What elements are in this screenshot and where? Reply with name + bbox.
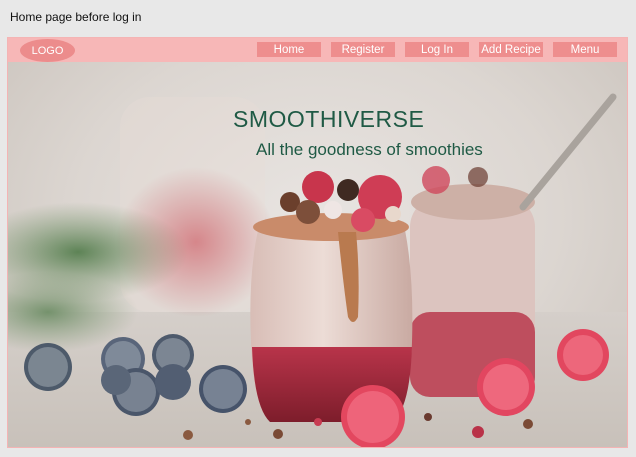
browser-frame: LOGO Home Register Log In Add Recipe Men…	[7, 37, 628, 448]
hero-subtitle: All the goodness of smoothies	[256, 140, 483, 159]
nav-home-button[interactable]: Home	[257, 42, 321, 57]
nav-login-button[interactable]: Log In	[405, 42, 469, 57]
nav-add-recipe-button[interactable]: Add Recipe	[479, 42, 543, 57]
navbar: LOGO Home Register Log In Add Recipe Men…	[8, 38, 627, 62]
hero-title: SMOOTHIVERSE	[233, 106, 425, 132]
hero-banner: SMOOTHIVERSE All the goodness of smoothi…	[8, 62, 627, 447]
logo[interactable]: LOGO	[20, 39, 75, 62]
nav-register-button[interactable]: Register	[331, 42, 395, 57]
page-caption: Home page before log in	[10, 10, 142, 24]
nav-menu-button[interactable]: Menu	[553, 42, 617, 57]
